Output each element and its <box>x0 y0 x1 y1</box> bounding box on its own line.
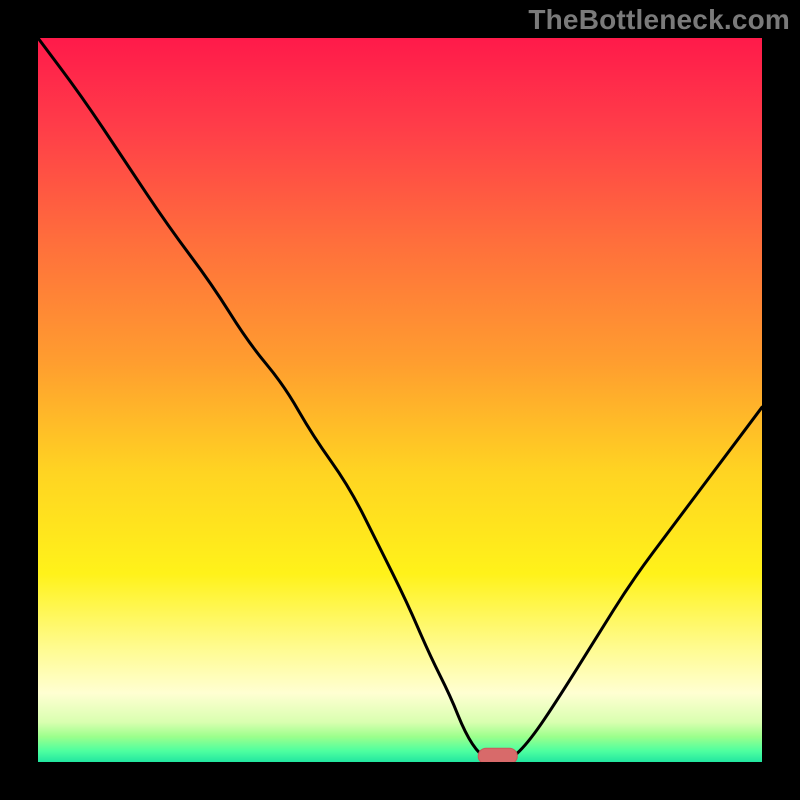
gradient-background <box>38 38 762 762</box>
bottleneck-chart <box>38 38 762 762</box>
chart-frame: TheBottleneck.com <box>0 0 800 800</box>
optimal-point-marker <box>478 748 517 762</box>
plot-area <box>38 38 762 762</box>
watermark-text: TheBottleneck.com <box>528 4 790 36</box>
